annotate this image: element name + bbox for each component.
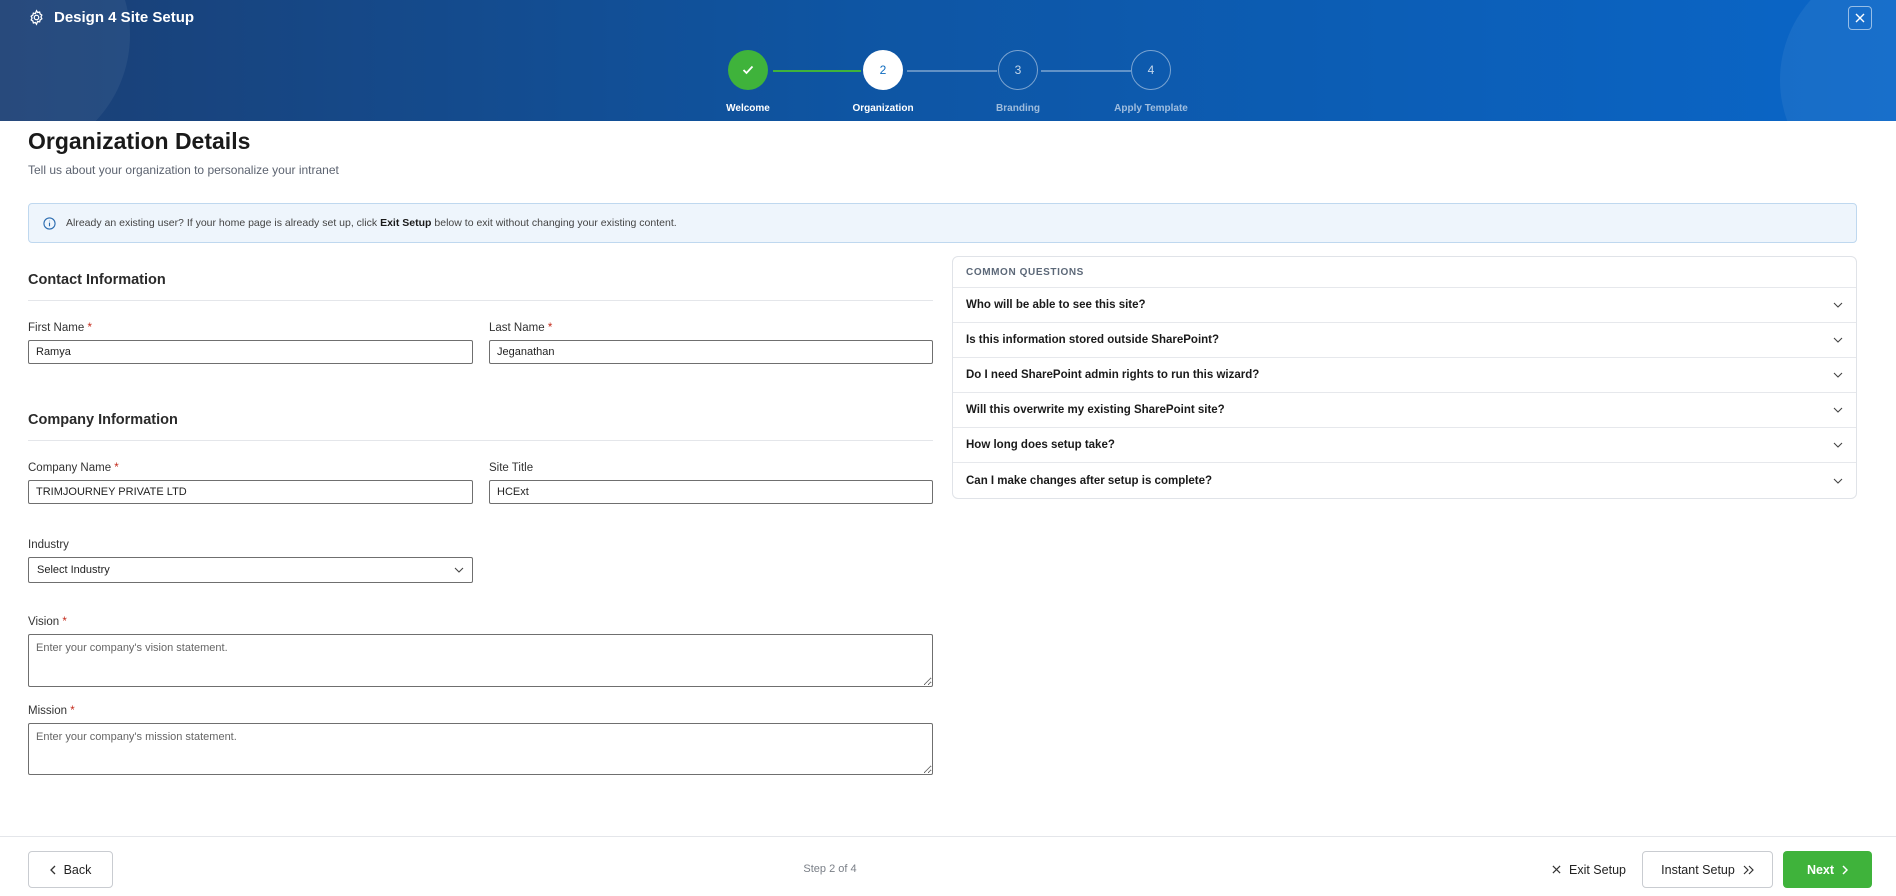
chevron-down-icon [1833,442,1843,448]
industry-select-value: Select Industry [37,564,110,576]
step-1-label: Welcome [726,103,770,114]
industry-label: Industry [28,539,69,551]
company-name-label: Company Name * [28,462,119,474]
faq-question: Can I make changes after setup is comple… [966,474,1213,487]
company-name-input[interactable] [28,480,473,504]
site-title-label: Site Title [489,462,534,474]
first-name-label: First Name * [28,322,92,334]
site-title-input[interactable] [489,480,933,504]
exit-setup-label: Exit Setup [1569,862,1626,877]
step-4-label: Apply Template [1114,103,1188,114]
close-button[interactable] [1848,6,1872,30]
back-button-label: Back [63,862,92,877]
faq-question: Is this information stored outside Share… [966,334,1220,346]
step-4-number: 4 [1147,63,1155,77]
faq-item[interactable]: How long does setup take? [953,428,1856,463]
gear-icon [30,9,43,26]
info-icon [43,216,56,230]
step-2-circle: 2 [863,50,903,90]
chevron-left-icon [49,865,56,874]
section-divider [28,440,933,441]
step-4-circle: 4 [1131,50,1171,90]
exit-setup-button[interactable]: Exit Setup [1548,851,1630,888]
step-3-number: 3 [1014,63,1022,77]
step-indicator: Step 2 of 4 [803,863,857,875]
header-decoration [1780,0,1896,121]
app-title: Design 4 Site Setup [54,9,195,26]
faq-question: Do I need SharePoint admin rights to run… [966,369,1260,381]
app-title-bar: Design 4 Site Setup [28,9,194,26]
chevron-down-icon [1833,302,1843,308]
faq-question: How long does setup take? [966,439,1115,451]
page-title: Organization Details [28,128,251,154]
faq-item[interactable]: Will this overwrite my existing SharePoi… [953,393,1856,428]
vision-label: Vision * [28,616,67,628]
check-icon [742,65,754,75]
step-connector-3-4 [1041,70,1131,72]
company-section-title: Company Information [28,412,178,428]
chevron-down-icon [1833,407,1843,413]
step-2-label: Organization [852,103,914,114]
chevron-down-icon [454,567,464,573]
back-button[interactable]: Back [28,851,113,888]
faq-question: Will this overwrite my existing SharePoi… [966,404,1225,416]
vision-textarea[interactable] [28,634,933,687]
mission-label: Mission * [28,705,75,717]
double-chevron-right-icon [1743,865,1754,874]
instant-setup-button[interactable]: Instant Setup [1642,851,1773,888]
chevron-down-icon [1833,337,1843,343]
footer-divider [0,836,1896,837]
next-button-label: Next [1806,862,1835,877]
step-connector-1-2 [773,70,861,72]
next-button[interactable]: Next [1783,851,1872,888]
mission-textarea[interactable] [28,723,933,775]
info-banner-text-end: below to exit without changing your exis… [434,217,677,229]
step-connector-2-3 [907,70,997,72]
info-banner-text: Already an existing user? If your home p… [66,217,378,229]
info-banner: Already an existing user? If your home p… [28,203,1857,243]
step-1-circle [728,50,768,90]
chevron-down-icon [1833,372,1843,378]
contact-section-title: Contact Information [28,272,166,288]
last-name-input[interactable] [489,340,933,364]
faq-item[interactable]: Do I need SharePoint admin rights to run… [953,358,1856,393]
section-divider [28,300,933,301]
step-3-circle: 3 [998,50,1038,90]
step-3-label: Branding [996,103,1040,114]
faq-item[interactable]: Is this information stored outside Share… [953,323,1856,358]
faq-question: Who will be able to see this site? [966,299,1146,311]
info-banner-emphasis: Exit Setup [380,217,432,229]
industry-select[interactable]: Select Industry [28,557,473,583]
close-icon [1855,13,1865,23]
first-name-input[interactable] [28,340,473,364]
wizard-header: Design 4 Site Setup Welcome 2 Organizati… [0,0,1896,121]
faq-title: COMMON QUESTIONS [953,257,1856,288]
faq-item[interactable]: Who will be able to see this site? [953,288,1856,323]
chevron-right-icon [1842,864,1849,875]
faq-panel: COMMON QUESTIONS Who will be able to see… [952,256,1857,499]
instant-setup-label: Instant Setup [1661,862,1735,877]
page-subtitle: Tell us about your organization to perso… [28,163,339,177]
last-name-label: Last Name * [489,322,553,334]
close-icon [1552,865,1561,874]
step-2-number: 2 [879,63,887,77]
chevron-down-icon [1833,478,1843,484]
faq-item[interactable]: Can I make changes after setup is comple… [953,463,1856,498]
